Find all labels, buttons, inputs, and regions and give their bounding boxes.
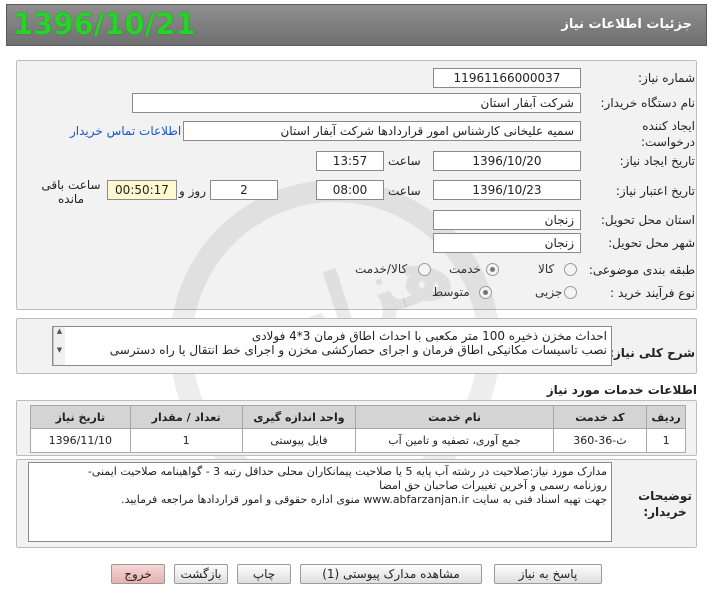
- category-radio-goods-service[interactable]: [418, 263, 431, 276]
- process-radio-medium[interactable]: [479, 286, 492, 299]
- description-textarea[interactable]: احداث مخزن ذخیره 100 متر مکعبی با احداث …: [52, 326, 612, 366]
- reply-button[interactable]: پاسخ به نیاز: [494, 564, 602, 584]
- col-unit: واحد اندازه گیری: [241, 405, 357, 429]
- delivery-province-field: زنجان: [433, 210, 581, 230]
- process-type-label: نوع فرآیند خرید :: [610, 286, 695, 300]
- need-number-field: 1196116600003­7: [433, 68, 581, 88]
- page-header: 1396/10/21 جزئیات اطلاعات نیاز: [6, 4, 707, 46]
- notes-line-1: مدارک مورد نیاز:صلاحیت در رشته آب پایه 5…: [87, 465, 607, 478]
- print-button[interactable]: چاپ: [237, 564, 291, 584]
- notes-line-2: روزنامه رسمی و آخرین تغییرات صاحبان حق ا…: [379, 479, 607, 492]
- process-option-medium: متوسط: [432, 285, 470, 299]
- remaining-time-label: ساعت باقی مانده: [41, 178, 101, 206]
- created-time-label: ساعت: [388, 154, 421, 168]
- delivery-city-field: زنجان: [433, 233, 581, 253]
- process-radio-minor[interactable]: [564, 286, 577, 299]
- scroll-down-icon[interactable]: ▼: [54, 346, 65, 355]
- col-service-name: نام خدمت: [355, 405, 554, 429]
- buyer-org-label: نام دستگاه خریدار:: [600, 96, 696, 110]
- validity-date-field: 1396/10/23: [433, 180, 581, 200]
- notes-textarea[interactable]: مدارک مورد نیاز:صلاحیت در رشته آب پایه 5…: [28, 462, 612, 542]
- notes-label: توضیحات خریدار:: [638, 489, 692, 519]
- services-title: اطلاعات خدمات مورد نیاز: [546, 383, 697, 397]
- created-time-field: 13:57: [316, 151, 384, 171]
- cell-service-code: ث-36-360: [552, 428, 648, 453]
- description-line-1: احداث مخزن ذخیره 100 متر مکعبی با احداث …: [251, 329, 607, 343]
- description-scrollbar[interactable]: ▲ ▼: [53, 327, 65, 365]
- cell-need-date: 1396/11/10: [30, 428, 131, 453]
- back-button[interactable]: بازگشت: [174, 564, 228, 584]
- validity-date-label: تاریخ اعتبار نیاز:: [615, 184, 695, 198]
- page-title: جزئیات اطلاعات نیاز: [561, 17, 692, 32]
- col-quantity: تعداد / مقدار: [129, 405, 243, 429]
- description-line-2: نصب تاسیسات مکانیکی اطاق فرمان و اجرای ح…: [109, 343, 607, 357]
- date-stamp: 1396/10/21: [13, 7, 196, 41]
- scroll-up-icon[interactable]: ▲: [54, 327, 65, 336]
- category-radio-service[interactable]: [486, 263, 499, 276]
- category-radio-goods[interactable]: [564, 263, 577, 276]
- creator-label: ایجاد کننده درخواست:: [641, 119, 695, 149]
- category-label: طبقه بندی موضوعی:: [588, 263, 695, 277]
- cell-service-name: جمع آوری، تصفیه و تامین آب: [355, 428, 554, 453]
- view-attachments-button[interactable]: مشاهده مدارک پیوستی (1): [300, 564, 482, 584]
- table-row: 1 ث-36-360 جمع آوری، تصفیه و تامین آب فا…: [30, 428, 686, 453]
- col-need-date: تاریخ نیاز: [30, 405, 131, 429]
- services-table: ردیف کد خدمت نام خدمت واحد اندازه گیری ت…: [30, 405, 686, 453]
- validity-time-field: 08:00: [316, 180, 384, 200]
- category-option-service: خدمت: [449, 262, 481, 276]
- delivery-province-label: استان محل تحویل:: [600, 213, 695, 227]
- created-date-label: تاریخ ایجاد نیاز:: [619, 154, 695, 168]
- created-date-field: 1396/10/20: [433, 151, 581, 171]
- services-header-row: ردیف کد خدمت نام خدمت واحد اندازه گیری ت…: [30, 405, 686, 429]
- remaining-days-label: روز و: [179, 184, 206, 198]
- category-option-goods-service: کالا/خدمت: [355, 262, 408, 276]
- buyer-contact-link[interactable]: اطلاعات تماس خریدار: [70, 124, 181, 138]
- notes-line-3: جهت تهیه اسناد فنی به سایت www.abfarzanj…: [121, 493, 607, 506]
- delivery-city-label: شهر محل تحویل:: [608, 236, 695, 250]
- cell-unit: فایل پیوستی: [241, 428, 357, 453]
- remaining-days-field: 2: [210, 180, 278, 200]
- buyer-org-field: شرکت آبفار استان: [132, 93, 581, 113]
- cell-row: 1: [646, 428, 686, 453]
- col-row: ردیف: [646, 405, 686, 429]
- category-option-goods: کالا: [538, 262, 555, 276]
- validity-time-label: ساعت: [388, 184, 421, 198]
- exit-button[interactable]: خروج: [111, 564, 165, 584]
- description-label: شرح کلی نیاز:: [609, 346, 695, 360]
- cell-quantity: 1: [129, 428, 243, 453]
- col-service-code: کد خدمت: [552, 405, 648, 429]
- remaining-time-field: 00:50:17: [107, 180, 177, 200]
- process-option-minor: جزیی: [535, 285, 563, 299]
- need-number-label: شماره نیاز:: [638, 71, 695, 85]
- creator-field: سمیه علیخانی کارشناس امور قراردادها شرکت…: [183, 121, 581, 141]
